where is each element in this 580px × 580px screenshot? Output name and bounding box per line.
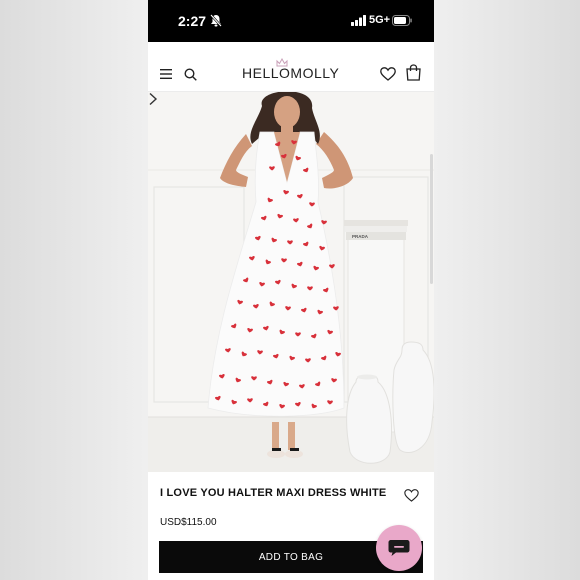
heart-icon[interactable] bbox=[380, 67, 396, 81]
status-bar: 2:27 5G+ bbox=[148, 0, 434, 42]
network-label: 5G+ bbox=[369, 14, 391, 26]
product-title: I LOVE YOU HALTER MAXI DRESS WHITE bbox=[160, 487, 387, 499]
book-label: PRADA bbox=[352, 234, 369, 239]
phone-screen: 2:27 5G+ HELLOMOLLY PRADA I LOVE YOU HAL… bbox=[148, 0, 434, 580]
bell-off-icon bbox=[210, 14, 222, 27]
site-logo[interactable]: HELLOMOLLY bbox=[242, 65, 339, 81]
signal-icon bbox=[351, 15, 366, 26]
chat-icon bbox=[388, 540, 410, 556]
status-time: 2:27 bbox=[178, 13, 207, 29]
product-image[interactable]: PRADA bbox=[148, 92, 434, 472]
image-scrollbar[interactable] bbox=[430, 154, 433, 284]
bag-icon[interactable] bbox=[406, 64, 421, 81]
search-icon[interactable] bbox=[184, 68, 197, 81]
wishlist-heart-icon[interactable] bbox=[404, 489, 419, 502]
battery-icon bbox=[392, 15, 412, 26]
site-header: HELLOMOLLY bbox=[148, 42, 434, 92]
chevron-right-icon[interactable] bbox=[148, 92, 158, 106]
product-photo: PRADA bbox=[148, 92, 434, 472]
chat-button[interactable] bbox=[376, 525, 422, 571]
menu-icon[interactable] bbox=[160, 69, 172, 79]
product-price: USD$115.00 bbox=[160, 517, 217, 528]
